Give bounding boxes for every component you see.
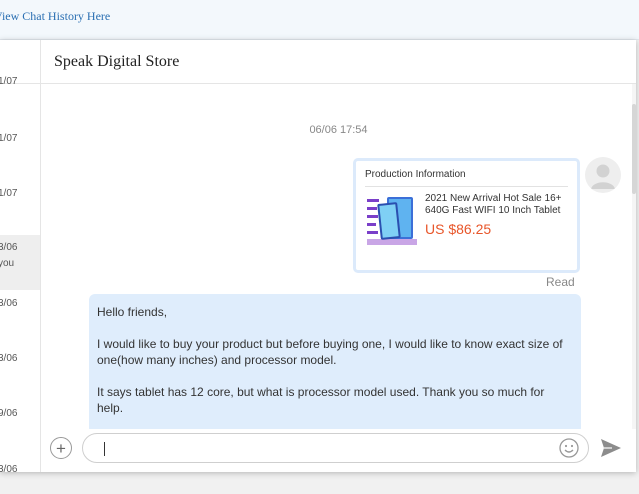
send-icon[interactable] (600, 438, 622, 458)
conversation-date: 3/06 (0, 353, 18, 364)
conversation-item[interactable]: 3/06 (0, 345, 40, 400)
message-timestamp: 06/06 17:54 (309, 124, 368, 136)
conversation-date: 3/06 (0, 242, 18, 253)
message-composer: + (41, 429, 636, 472)
product-name[interactable]: 2021 New Arrival Hot Sale 16+ 640G Fast … (425, 193, 568, 217)
message-text: It says tablet has 12 core, but what is … (97, 385, 545, 415)
top-bar: View Chat History Here (0, 0, 639, 40)
conversation-date: 1/07 (0, 133, 18, 144)
conversation-date: 9/06 (0, 408, 18, 419)
product-thumbnail[interactable] (365, 193, 419, 247)
product-card[interactable]: Production Information 2021 New Arrival … (353, 158, 580, 273)
conversation-date: 1/07 (0, 76, 18, 87)
chat-window: 1/07 1/07 1/07 3/06 you 3/06 3/06 9/06 3… (0, 40, 636, 472)
view-chat-history-link[interactable]: View Chat History Here (0, 9, 110, 24)
conversation-date: 1/07 (0, 188, 18, 199)
product-price: US $86.25 (425, 221, 492, 237)
conversation-item[interactable]: 1/07 (0, 68, 40, 98)
read-status: Read (546, 275, 575, 289)
product-name-line1: 2021 New Arrival Hot Sale 16+ (425, 193, 562, 204)
scrollbar-thumb[interactable] (632, 104, 636, 194)
chat-panel: Speak Digital Store 06/06 17:54 Producti… (41, 40, 636, 472)
message-text: I would like to buy your product but bef… (97, 337, 563, 367)
conversation-preview: you (0, 258, 15, 269)
product-name-line2: 640G Fast WIFI 10 Inch Tablet (425, 205, 561, 216)
text-caret (104, 442, 105, 456)
conversation-item[interactable]: 3/06 (0, 290, 40, 345)
product-card-title: Production Information (365, 169, 568, 187)
conversation-item[interactable]: 9/06 (0, 400, 40, 455)
plus-icon[interactable]: + (50, 437, 72, 459)
message-text: Hello friends, (97, 305, 168, 319)
avatar-icon (585, 157, 621, 193)
conversation-item[interactable]: 3/06 (0, 455, 40, 472)
emoji-icon[interactable] (558, 437, 580, 459)
message-input[interactable] (82, 433, 589, 463)
conversation-item[interactable]: 3/06 you (0, 235, 40, 290)
chat-header: Speak Digital Store (41, 40, 636, 84)
conversation-date: 3/06 (0, 298, 18, 309)
conversation-item[interactable]: 1/07 (0, 153, 40, 235)
conversation-item[interactable]: 1/07 (0, 98, 40, 153)
conversation-date: 3/06 (0, 464, 18, 472)
chat-title: Speak Digital Store (54, 52, 180, 70)
message-bubble: Hello friends, I would like to buy your … (89, 294, 581, 434)
conversation-list: 1/07 1/07 1/07 3/06 you 3/06 3/06 9/06 3… (0, 40, 41, 472)
